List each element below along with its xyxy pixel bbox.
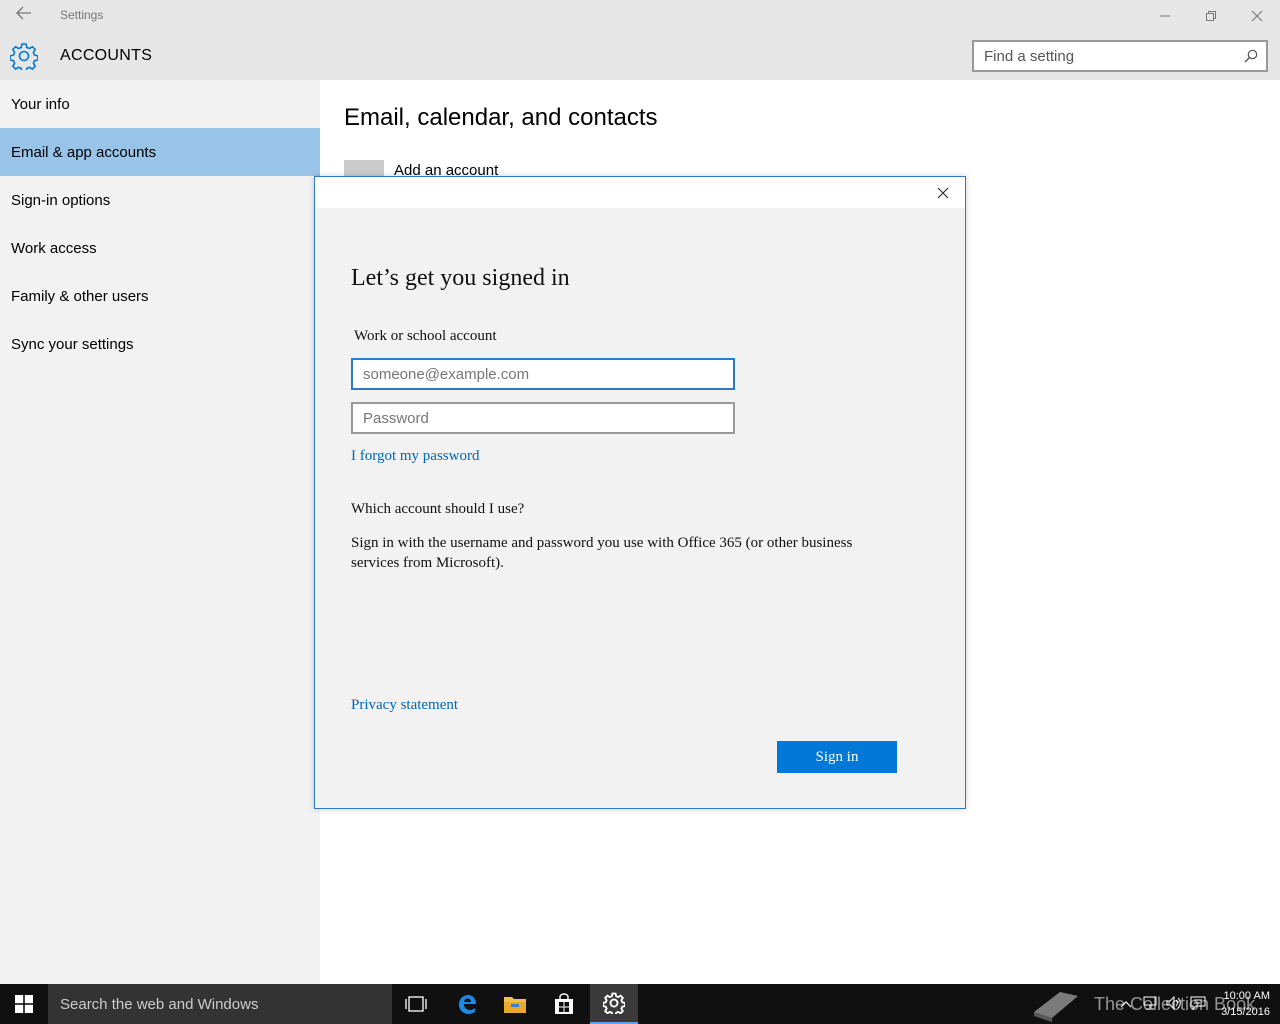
clock-date: 3/15/2016 — [1221, 1006, 1270, 1018]
find-setting-search[interactable] — [972, 40, 1268, 72]
sidebar: Your info Email & app accounts Sign-in o… — [0, 80, 320, 984]
close-icon — [937, 187, 949, 199]
restore-icon — [1206, 11, 1216, 21]
forgot-password-link[interactable]: I forgot my password — [351, 448, 479, 465]
search-input[interactable] — [974, 42, 1234, 70]
which-account-body: Sign in with the username and password y… — [351, 535, 853, 571]
system-tray — [1120, 984, 1206, 1024]
book-icon — [1034, 992, 1078, 1022]
privacy-statement-link[interactable]: Privacy statement — [351, 697, 458, 714]
password-field[interactable] — [351, 402, 735, 434]
minimize-button[interactable] — [1142, 0, 1188, 32]
settings-header: ACCOUNTS — [0, 32, 1280, 80]
sidebar-item-sync-settings[interactable]: Sync your settings — [0, 320, 320, 368]
windows-start-icon[interactable] — [0, 984, 48, 1024]
title-bar: Settings — [0, 0, 1280, 32]
restore-button[interactable] — [1188, 0, 1234, 32]
edge-icon[interactable] — [443, 984, 491, 1024]
sidebar-item-email-app-accounts[interactable]: Email & app accounts — [0, 128, 320, 176]
sidebar-item-work-access[interactable]: Work access — [0, 224, 320, 272]
task-view-icon[interactable] — [392, 984, 440, 1024]
network-icon[interactable] — [1142, 996, 1158, 1013]
minimize-icon — [1160, 15, 1170, 17]
window-title: Settings — [60, 8, 104, 22]
page-title: Email, calendar, and contacts — [344, 104, 658, 131]
sign-in-dialog: Let’s get you signed in Work or school a… — [314, 176, 966, 809]
account-type-label: Work or school account — [354, 328, 497, 344]
email-field[interactable] — [351, 358, 735, 390]
chevron-up-icon[interactable] — [1120, 997, 1132, 1011]
settings-gear-icon[interactable] — [590, 984, 638, 1024]
sidebar-item-sign-in-options[interactable]: Sign-in options — [0, 176, 320, 224]
sidebar-item-your-info[interactable]: Your info — [0, 80, 320, 128]
dialog-title: Let’s get you signed in — [351, 265, 570, 291]
close-button[interactable] — [1234, 0, 1280, 32]
clock-time: 10:00 AM — [1223, 990, 1270, 1002]
which-account-heading: Which account should I use? — [351, 501, 525, 517]
sign-in-button[interactable]: Sign in — [777, 741, 897, 773]
sidebar-item-family-other-users[interactable]: Family & other users — [0, 272, 320, 320]
password-input[interactable] — [353, 404, 733, 432]
dialog-top-bar — [315, 177, 965, 208]
email-input[interactable] — [353, 360, 733, 388]
file-explorer-icon[interactable] — [491, 984, 539, 1024]
notification-icon[interactable] — [1190, 996, 1206, 1013]
section-title: ACCOUNTS — [60, 47, 153, 64]
search-icon[interactable] — [1244, 49, 1258, 63]
clock[interactable]: 10:00 AM 3/15/2016 — [1221, 988, 1270, 1020]
close-icon — [1251, 10, 1263, 22]
dialog-close-button[interactable] — [933, 183, 953, 203]
store-icon[interactable] — [540, 984, 588, 1024]
taskbar: Search the web and Windows The Collectio… — [0, 984, 1280, 1024]
gear-icon — [9, 42, 39, 73]
taskbar-search[interactable]: Search the web and Windows — [48, 984, 392, 1024]
back-arrow-icon[interactable] — [12, 6, 36, 26]
volume-icon[interactable] — [1166, 995, 1182, 1013]
